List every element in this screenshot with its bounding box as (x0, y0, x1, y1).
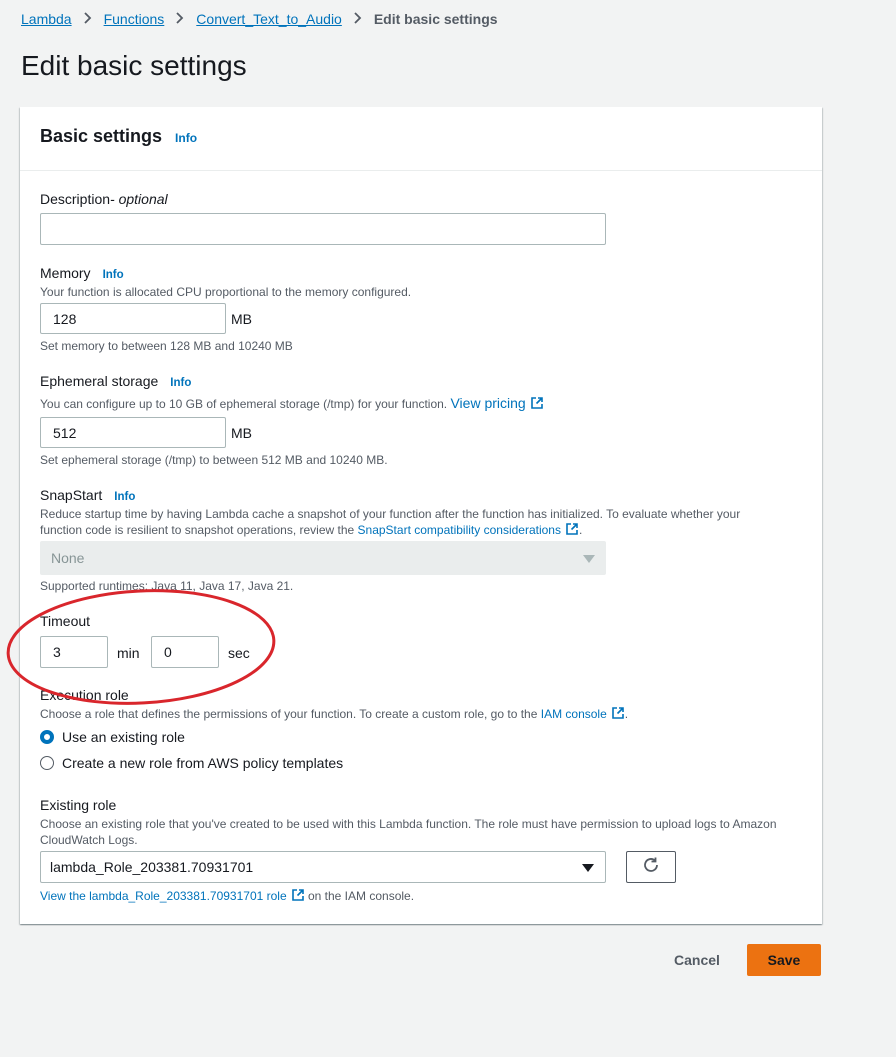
memory-label: Memory Info (40, 265, 124, 281)
view-role-line: View the lambda_Role_203381.70931701 rol… (40, 888, 414, 906)
panel-title: Basic settings (40, 126, 163, 146)
caret-down-icon (582, 864, 594, 872)
view-role-link[interactable]: View the lambda_Role_203381.70931701 rol… (40, 889, 305, 903)
snapstart-select: None (40, 541, 606, 575)
radio-checked[interactable] (40, 730, 54, 744)
memory-constraint: Set memory to between 128 MB and 10240 M… (40, 339, 293, 353)
snapstart-help: Reduce startup time by having Lambda cac… (40, 506, 800, 540)
breadcrumb-function-name[interactable]: Convert_Text_to_Audio (196, 11, 342, 27)
ephemeral-help: You can configure up to 10 GB of ephemer… (40, 395, 544, 413)
chevron-right-icon (176, 11, 184, 27)
basic-settings-panel: Basic settings Info Description - option… (20, 107, 822, 924)
snapstart-label: SnapStart Info (40, 487, 136, 503)
chevron-right-icon (83, 11, 92, 27)
save-button[interactable]: Save (747, 944, 821, 976)
optional-hint: - optional (110, 191, 168, 207)
execution-role-label: Execution role (40, 687, 129, 703)
ephemeral-unit: MB (231, 425, 252, 441)
external-link-icon (565, 522, 579, 540)
breadcrumb-functions[interactable]: Functions (104, 11, 165, 27)
memory-input[interactable]: 128 (40, 303, 226, 334)
timeout-min-unit: min (117, 645, 140, 661)
refresh-icon (642, 856, 660, 879)
chevron-right-icon (354, 11, 362, 27)
breadcrumb-current: Edit basic settings (373, 11, 498, 27)
radio-create-new-role[interactable]: Create a new role from AWS policy templa… (40, 755, 343, 771)
page-title: Edit basic settings (21, 50, 247, 81)
external-link-icon (291, 888, 305, 906)
existing-role-select[interactable]: lambda_Role_203381.70931701 (40, 851, 606, 883)
breadcrumb: Lambda Functions Convert_Text_to_Audio E… (21, 11, 498, 27)
memory-help: Your function is allocated CPU proportio… (40, 285, 412, 299)
existing-role-help: Choose an existing role that you've crea… (40, 817, 777, 847)
memory-info-link[interactable]: Info (103, 269, 124, 281)
description-label: Description - optional (40, 191, 168, 207)
existing-role-label: Existing role (40, 797, 117, 813)
cancel-button[interactable]: Cancel (660, 944, 734, 976)
execution-role-help: Choose a role that defines the permissio… (40, 706, 628, 724)
view-pricing-link[interactable]: View pricing (450, 395, 543, 411)
timeout-label: Timeout (40, 613, 91, 629)
radio-use-existing-role[interactable]: Use an existing role (40, 729, 185, 745)
info-link[interactable]: Info (175, 131, 197, 145)
ephemeral-label: Ephemeral storage Info (40, 373, 192, 389)
caret-down-icon (583, 555, 595, 563)
memory-unit: MB (231, 311, 252, 327)
refresh-roles-button[interactable] (626, 851, 676, 883)
snapstart-supported: Supported runtimes: Java 11, Java 17, Ja… (40, 579, 294, 593)
external-link-icon (530, 396, 544, 413)
timeout-seconds-input[interactable]: 0 (151, 636, 219, 668)
panel-header: Basic settings Info (20, 107, 822, 171)
radio-unchecked[interactable] (40, 756, 54, 770)
ephemeral-info-link[interactable]: Info (170, 377, 191, 389)
external-link-icon (611, 706, 625, 724)
timeout-minutes-input[interactable]: 3 (40, 636, 108, 668)
iam-console-link[interactable]: IAM console (541, 707, 625, 721)
ephemeral-constraint: Set ephemeral storage (/tmp) to between … (40, 453, 388, 467)
ephemeral-input[interactable]: 512 (40, 417, 226, 448)
snapstart-compat-link[interactable]: SnapStart compatibility considerations (358, 523, 579, 537)
description-input[interactable] (40, 213, 606, 245)
breadcrumb-lambda[interactable]: Lambda (21, 11, 72, 27)
snapstart-info-link[interactable]: Info (114, 491, 135, 503)
timeout-sec-unit: sec (228, 645, 250, 661)
